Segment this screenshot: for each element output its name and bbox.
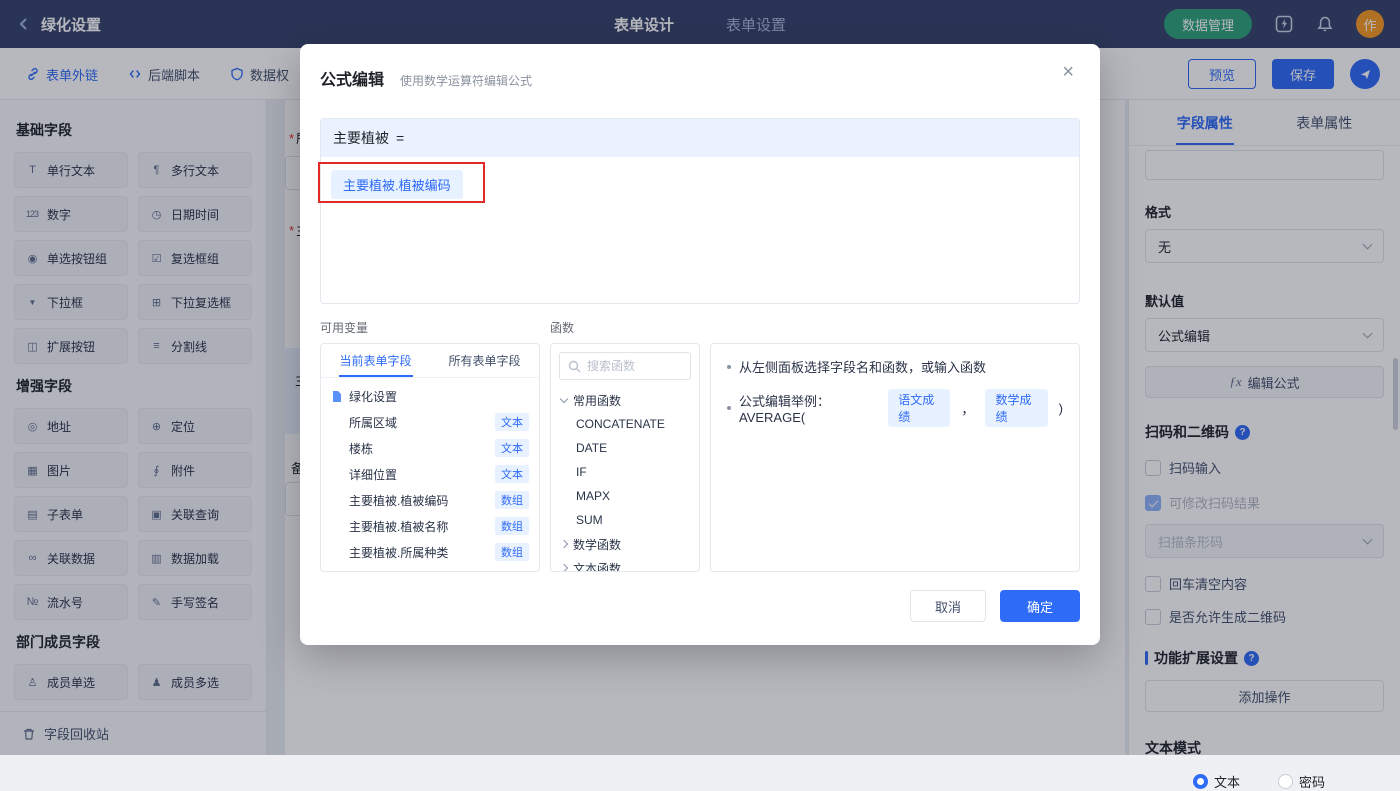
form-node[interactable]: 绿化设置 [331, 383, 529, 409]
help-text: 公式编辑举例：AVERAGE( [739, 391, 877, 425]
confirm-button[interactable]: 确定 [1000, 590, 1080, 622]
dialog-subtitle: 使用数学运算符编辑公式 [400, 72, 532, 89]
example-field-tag: 语文成绩 [888, 389, 950, 427]
radio-text[interactable]: 文本 [1193, 772, 1240, 791]
formula-target-bar: 主要植被 = [321, 119, 1079, 157]
close-icon[interactable]: × [1062, 62, 1074, 82]
variable-type-badge: 文本 [495, 439, 529, 457]
variable-row[interactable]: 主要植被.所属种类 数组 [331, 539, 529, 565]
equals-sign: = [396, 130, 404, 146]
document-icon [331, 390, 343, 403]
variable-name: 主要植被.植被名称 [349, 518, 448, 535]
functions-panel: 常用函数 CONCATENATE DATE IF MAPX SUM 数学函数 文… [550, 343, 700, 572]
help-line: 公式编辑举例：AVERAGE( 语文成绩 ， 数学成绩) [727, 389, 1063, 427]
function-group-text[interactable]: 文本函数 [551, 556, 699, 572]
help-text: 从左侧面板选择字段名和函数，或输入函数 [739, 357, 986, 376]
form-node-label: 绿化设置 [349, 388, 397, 405]
formula-edit-dialog: 公式编辑 使用数学运算符编辑公式 × 主要植被 = 主要植被.植被编码 可用变量… [300, 44, 1100, 645]
bullet-icon [727, 406, 731, 410]
formula-target-name: 主要植被 [333, 128, 389, 148]
formula-input-area[interactable]: 主要植被.植被编码 [321, 157, 1079, 304]
dialog-title: 公式编辑 [320, 66, 384, 90]
variable-row[interactable]: 主要植被.植被编码 数组 [331, 487, 529, 513]
variables-panel: 当前表单字段 所有表单字段 绿化设置 所属区域文本 楼栋文本 详细位置文本 主要… [320, 343, 540, 572]
variable-type-badge: 文本 [495, 465, 529, 483]
variable-type-badge: 数组 [495, 517, 529, 535]
radio-password[interactable]: 密码 [1278, 772, 1325, 791]
variable-name: 楼栋 [349, 440, 373, 457]
function-item[interactable]: SUM [551, 508, 699, 532]
formula-editor: 主要植被 = 主要植被.植被编码 [320, 118, 1080, 304]
help-panel: 从左侧面板选择字段名和函数，或输入函数 公式编辑举例：AVERAGE( 语文成绩 ，… [710, 343, 1080, 572]
function-search-input[interactable] [587, 359, 679, 373]
variable-name: 主要植被.植被编码 [349, 492, 448, 509]
example-field-tag: 数学成绩 [985, 389, 1047, 427]
radio-icon [1278, 774, 1293, 789]
variable-row[interactable]: 主要植被.植被名称 数组 [331, 513, 529, 539]
chevron-right-icon [560, 540, 568, 548]
function-group-label: 数学函数 [573, 536, 621, 553]
function-group-label: 文本函数 [573, 560, 621, 573]
chevron-down-icon [560, 395, 568, 403]
bullet-icon [727, 365, 731, 369]
variable-name: 详细位置 [349, 466, 397, 483]
function-item[interactable]: MAPX [551, 484, 699, 508]
variables-label: 可用变量 [320, 319, 550, 336]
tab-current-form-fields[interactable]: 当前表单字段 [321, 344, 430, 377]
function-group-common[interactable]: 常用函数 [551, 388, 699, 412]
variable-row[interactable]: 楼栋 文本 [331, 435, 529, 461]
cancel-button[interactable]: 取消 [910, 590, 986, 622]
text-mode-radio-group: 文本 密码 [1145, 772, 1384, 791]
search-icon [568, 360, 581, 373]
radio-label: 密码 [1299, 772, 1325, 791]
chevron-right-icon [560, 564, 568, 572]
function-group-label: 常用函数 [573, 392, 621, 409]
help-line: 从左侧面板选择字段名和函数，或输入函数 [727, 357, 1063, 376]
variable-row[interactable]: 所属区域 文本 [331, 409, 529, 435]
function-group-math[interactable]: 数学函数 [551, 532, 699, 556]
variable-name: 主要植被.所属种类 [349, 544, 448, 561]
help-text: ) [1059, 401, 1063, 416]
tab-all-form-fields[interactable]: 所有表单字段 [430, 344, 539, 377]
variable-row[interactable]: 详细位置 文本 [331, 461, 529, 487]
variable-type-badge: 文本 [495, 413, 529, 431]
radio-label: 文本 [1214, 772, 1240, 791]
help-text: ， [961, 399, 974, 418]
function-item[interactable]: CONCATENATE [551, 412, 699, 436]
variable-type-badge: 数组 [495, 543, 529, 561]
functions-label: 函数 [550, 319, 574, 336]
function-item[interactable]: DATE [551, 436, 699, 460]
function-item[interactable]: IF [551, 460, 699, 484]
radio-selected-icon [1193, 774, 1208, 789]
function-search[interactable] [559, 352, 691, 380]
formula-field-token[interactable]: 主要植被.植被编码 [331, 170, 463, 199]
variable-type-badge: 数组 [495, 491, 529, 509]
variable-name: 所属区域 [349, 414, 397, 431]
